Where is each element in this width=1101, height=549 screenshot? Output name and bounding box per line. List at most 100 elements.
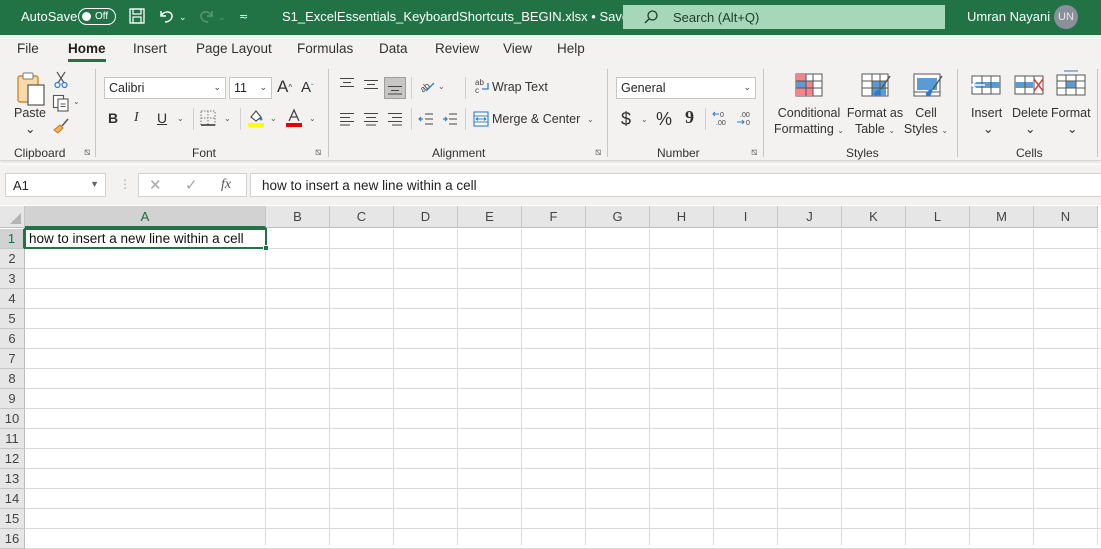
decrease-font-size-icon[interactable]: Aˇ: [301, 79, 314, 96]
currency-button[interactable]: $: [621, 109, 631, 130]
format-as-table-button[interactable]: Format as Table ⌄: [846, 105, 904, 139]
column-header-c[interactable]: C: [330, 206, 394, 228]
align-right-icon[interactable]: [387, 112, 403, 126]
row-header-11[interactable]: 11: [0, 429, 25, 449]
font-size-dropdown[interactable]: 11 ⌄: [229, 77, 272, 99]
decrease-indent-icon[interactable]: [418, 112, 434, 126]
number-launcher-icon[interactable]: ⧅: [751, 147, 757, 158]
borders-dropdown-icon[interactable]: ⌄: [224, 114, 231, 123]
document-title[interactable]: S1_ExcelEssentials_KeyboardShortcuts_BEG…: [282, 9, 649, 24]
comma-style-button[interactable]: 9: [685, 107, 694, 128]
underline-button[interactable]: U: [157, 110, 167, 126]
tab-view[interactable]: View: [503, 41, 532, 56]
currency-dropdown-icon[interactable]: ⌄: [641, 115, 648, 124]
column-header-k[interactable]: K: [842, 206, 906, 228]
italic-button[interactable]: I: [134, 110, 139, 126]
cut-icon[interactable]: [53, 71, 69, 89]
insert-cells-button[interactable]: Insert: [971, 105, 1002, 121]
formula-bar-grip-icon[interactable]: ⋮: [119, 177, 131, 191]
column-header-l[interactable]: L: [906, 206, 970, 228]
font-launcher-icon[interactable]: ⧅: [315, 147, 321, 158]
search-input[interactable]: Search (Alt+Q): [623, 5, 945, 29]
tab-review[interactable]: Review: [435, 41, 479, 56]
underline-dropdown-icon[interactable]: ⌄: [177, 114, 184, 123]
row-header-2[interactable]: 2: [0, 249, 25, 269]
increase-indent-icon[interactable]: [442, 112, 458, 126]
insert-function-icon[interactable]: fx: [221, 177, 231, 193]
column-header-f[interactable]: F: [522, 206, 586, 228]
row-header-9[interactable]: 9: [0, 389, 25, 409]
save-icon[interactable]: [128, 7, 146, 25]
cell-styles-icon[interactable]: [913, 73, 943, 99]
autosave-toggle[interactable]: Off: [78, 8, 116, 25]
delete-dropdown-icon[interactable]: ⌄: [1025, 121, 1035, 137]
row-header-16[interactable]: 16: [0, 529, 25, 549]
decrease-decimal-icon[interactable]: .00 0: [736, 110, 754, 126]
fill-handle[interactable]: [263, 245, 269, 251]
delete-cells-button[interactable]: Delete: [1012, 105, 1048, 121]
avatar[interactable]: UN: [1054, 5, 1078, 29]
tab-help[interactable]: Help: [557, 41, 585, 56]
tab-formulas[interactable]: Formulas: [297, 41, 353, 56]
wrap-text-button[interactable]: Wrap Text: [492, 80, 548, 94]
row-header-8[interactable]: 8: [0, 369, 25, 389]
row-header-12[interactable]: 12: [0, 449, 25, 469]
row-header-3[interactable]: 3: [0, 269, 25, 289]
column-header-g[interactable]: G: [586, 206, 650, 228]
column-header-h[interactable]: H: [650, 206, 714, 228]
tab-home[interactable]: Home: [68, 41, 106, 62]
conditional-formatting-button[interactable]: Conditional Formatting ⌄: [773, 105, 845, 139]
redo-icon[interactable]: [197, 7, 215, 25]
cancel-icon[interactable]: ✕: [149, 176, 162, 194]
top-align-icon[interactable]: [339, 77, 355, 91]
orientation-dropdown-icon[interactable]: ⌄: [438, 82, 445, 91]
copy-icon[interactable]: [52, 94, 70, 112]
tab-page-layout[interactable]: Page Layout: [196, 41, 272, 56]
column-header-e[interactable]: E: [458, 206, 522, 228]
wrap-text-icon[interactable]: ab c: [474, 77, 490, 95]
bottom-align-icon[interactable]: [384, 77, 406, 99]
undo-dropdown-icon[interactable]: ⌄: [179, 12, 187, 23]
column-header-i[interactable]: I: [714, 206, 778, 228]
row-header-10[interactable]: 10: [0, 409, 25, 429]
align-center-icon[interactable]: [363, 112, 379, 126]
merge-center-button[interactable]: Merge & Center: [492, 112, 580, 126]
format-cells-icon[interactable]: [1056, 69, 1086, 97]
user-name[interactable]: Umran Nayani: [967, 9, 1050, 24]
worksheet-grid[interactable]: A B C D E F G H I J K L M N 1 2 3 4 5 6 7 8 9 10 11 12 13 14 15 16 ho…: [0, 205, 1101, 549]
font-name-dropdown[interactable]: Calibri ⌄: [104, 77, 226, 99]
clipboard-launcher-icon[interactable]: ⧅: [84, 147, 90, 158]
format-painter-icon[interactable]: [52, 117, 70, 135]
increase-font-size-icon[interactable]: A ^: [277, 77, 292, 97]
font-color-icon[interactable]: [285, 108, 303, 128]
fill-color-icon[interactable]: [247, 108, 265, 128]
format-as-table-icon[interactable]: [861, 73, 891, 99]
merge-dropdown-icon[interactable]: ⌄: [587, 115, 594, 124]
column-header-j[interactable]: J: [778, 206, 842, 228]
row-header-13[interactable]: 13: [0, 469, 25, 489]
column-header-d[interactable]: D: [394, 206, 458, 228]
row-header-1[interactable]: 1: [0, 229, 25, 249]
customize-qat-icon[interactable]: ≂: [239, 10, 248, 23]
select-all-button[interactable]: [0, 206, 25, 228]
enter-icon[interactable]: ✓: [185, 176, 198, 194]
column-header-n[interactable]: N: [1034, 206, 1098, 228]
row-header-6[interactable]: 6: [0, 329, 25, 349]
insert-dropdown-icon[interactable]: ⌄: [983, 121, 993, 137]
tab-file[interactable]: File: [17, 41, 39, 56]
tab-insert[interactable]: Insert: [133, 41, 167, 56]
active-cell-a1[interactable]: how to insert a new line within a cell: [24, 228, 269, 251]
number-format-dropdown[interactable]: General ⌄: [616, 77, 756, 99]
cell-styles-button[interactable]: Cell Styles ⌄: [903, 105, 949, 139]
bold-button[interactable]: B: [108, 110, 118, 126]
row-header-14[interactable]: 14: [0, 489, 25, 509]
column-header-m[interactable]: M: [970, 206, 1034, 228]
fill-color-dropdown-icon[interactable]: ⌄: [270, 114, 277, 123]
orientation-icon[interactable]: ab: [418, 77, 436, 95]
name-box-dropdown-icon[interactable]: ▼: [90, 179, 99, 189]
row-header-5[interactable]: 5: [0, 309, 25, 329]
paste-dropdown-icon[interactable]: ⌄: [25, 121, 35, 137]
increase-decimal-icon[interactable]: 0.00: [712, 110, 730, 126]
redo-dropdown-icon[interactable]: ⌄: [218, 12, 226, 23]
format-dropdown-icon[interactable]: ⌄: [1067, 121, 1077, 137]
